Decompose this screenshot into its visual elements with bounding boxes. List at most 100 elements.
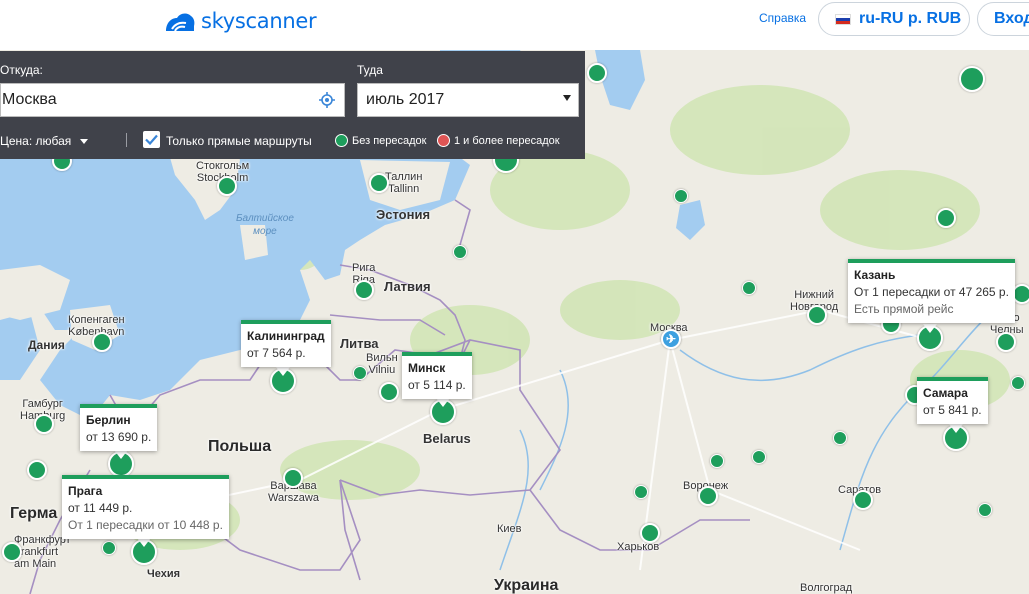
popup-city: Прага [68,484,103,498]
city-label-volgograd: Волгоград [800,582,853,594]
popup-city: Самара [923,386,968,400]
logo-text: skyscanner [201,9,317,33]
destination-marker[interactable] [710,454,724,468]
origin-field[interactable] [0,83,345,117]
destination-marker[interactable] [742,281,756,295]
top-header: skyscanner Справка ru-RU р. RUB Вход [0,0,1029,50]
login-label: Вход [994,10,1029,27]
destination-marker[interactable] [634,485,648,499]
date-value: июль 2017 [366,91,445,108]
city-label-kharkov: Харьков [617,541,660,553]
russia-flag-icon [835,13,851,25]
destination-marker[interactable] [752,450,766,464]
popup-city: Калининград [247,329,325,343]
login-button[interactable]: Вход [977,2,1029,36]
legend-direct-dot [335,134,348,147]
origin-input[interactable] [1,84,311,116]
popup-city: Казань [854,268,896,282]
city-label-frankfurt: Франкфурт Frankfurt am Main [14,534,71,570]
destination-marker[interactable] [833,431,847,445]
price-popup-berlin[interactable]: Берлин от 13 690 р. [80,404,158,451]
legend-stops-dot [437,134,450,147]
destination-marker-kazan[interactable] [917,324,943,351]
destination-marker-vilnius[interactable] [353,366,367,380]
country-label-estonia: Эстония [376,207,431,222]
destination-marker[interactable] [959,66,985,92]
checkmark-icon [145,134,158,145]
city-label-vilnius: Вильн Vilniu [366,352,398,376]
country-label-belarus: Belarus [423,431,471,446]
destination-marker-kaliningrad[interactable] [270,367,296,394]
destination-marker-saratov[interactable] [853,490,873,510]
destination-marker[interactable] [996,332,1016,352]
destination-marker-nizhny-novgorod[interactable] [807,305,827,325]
destination-marker-samara[interactable] [943,424,969,451]
filter-divider [126,133,127,147]
destination-marker-tallinn[interactable] [369,173,389,193]
country-label-czech: Чехия [147,568,180,580]
country-label-lithuania: Литва [340,336,379,351]
destination-marker-copenhagen[interactable] [92,332,112,352]
cloud-logo-icon [166,13,195,32]
destination-marker[interactable] [453,245,467,259]
destination-marker[interactable] [102,541,116,555]
price-popup-minsk[interactable]: Минск от 5 114 р. [402,352,472,399]
destination-marker-minsk[interactable] [430,398,456,425]
help-link[interactable]: Справка [759,11,806,25]
locale-currency-label: ru-RU р. RUB [859,10,962,27]
direct-only-label: Только прямые маршруты [166,134,312,148]
popup-note: От 1 пересадки от 10 448 р. [68,518,223,532]
destination-marker-kharkov[interactable] [640,523,660,543]
destination-marker[interactable] [1011,376,1025,390]
popup-price: от 11 449 р. [68,501,133,515]
popup-city: Минск [408,361,446,375]
destination-marker-frankfurt[interactable] [2,542,22,562]
price-popup-samara[interactable]: Самара от 5 841 р. [917,377,988,424]
city-label-kiev: Киев [497,523,522,535]
chevron-down-icon [563,95,571,101]
destination-marker-warsaw[interactable] [283,468,303,488]
country-label-ukraine: Украина [494,577,559,594]
destination-marker-riga[interactable] [354,280,374,300]
locale-currency-button[interactable]: ru-RU р. RUB [818,2,970,36]
origin-label: Откуда: [0,63,43,77]
country-label-germany: Герма [10,505,58,522]
destination-marker[interactable] [27,460,47,480]
destination-marker-stockholm[interactable] [217,176,237,196]
country-label-latvia: Латвия [384,279,431,294]
plane-icon: ✈ [665,332,677,346]
destination-marker[interactable] [674,189,688,203]
destination-marker-prague[interactable] [131,538,157,565]
price-popup-prague[interactable]: Прага от 11 449 р. От 1 пересадки от 10 … [62,475,229,539]
price-filter-label: Цена: любая [0,134,72,148]
destination-marker-berlin[interactable] [108,450,134,477]
price-popup-kazan[interactable]: Казань От 1 пересадки от 47 265 р. Есть … [848,259,1015,323]
destination-marker[interactable] [587,63,607,83]
country-label-poland: Польша [208,438,272,455]
origin-marker-moscow[interactable]: ✈ [661,329,681,349]
locate-icon[interactable] [319,92,335,108]
popup-note: Есть прямой рейс [854,302,954,316]
skyscanner-logo[interactable]: skyscanner [163,6,317,36]
destination-marker[interactable] [379,382,399,402]
filter-row: Цена: любая Только прямые маршруты Без п… [0,131,585,151]
price-popup-kaliningrad[interactable]: Калининград от 7 564 р. [241,320,331,367]
legend-stops-label: 1 и более пересадок [454,135,560,147]
destination-marker-hamburg[interactable] [34,414,54,434]
country-label-denmark: Дания [28,338,65,352]
price-filter-dropdown[interactable]: Цена: любая [0,134,89,148]
sea-label-baltic: Балтийское море [236,213,294,237]
search-panel: Откуда: Туда июль 2017 Цена: любая Тольк… [0,51,585,159]
popup-price: от 7 564 р. [247,346,306,360]
legend-direct-label: Без пересадок [352,135,427,147]
destination-marker[interactable] [936,208,956,228]
city-label-tallinn: Таллин Tallinn [385,171,423,195]
date-select[interactable]: июль 2017 [357,83,579,117]
destination-marker-voronezh[interactable] [698,486,718,506]
popup-price: От 1 пересадки от 47 265 р. [854,285,1009,299]
destination-marker[interactable] [978,503,992,517]
popup-price: от 13 690 р. [86,430,152,444]
popup-price: от 5 841 р. [923,403,982,417]
chevron-down-icon [80,138,89,144]
direct-only-checkbox[interactable] [143,131,160,148]
